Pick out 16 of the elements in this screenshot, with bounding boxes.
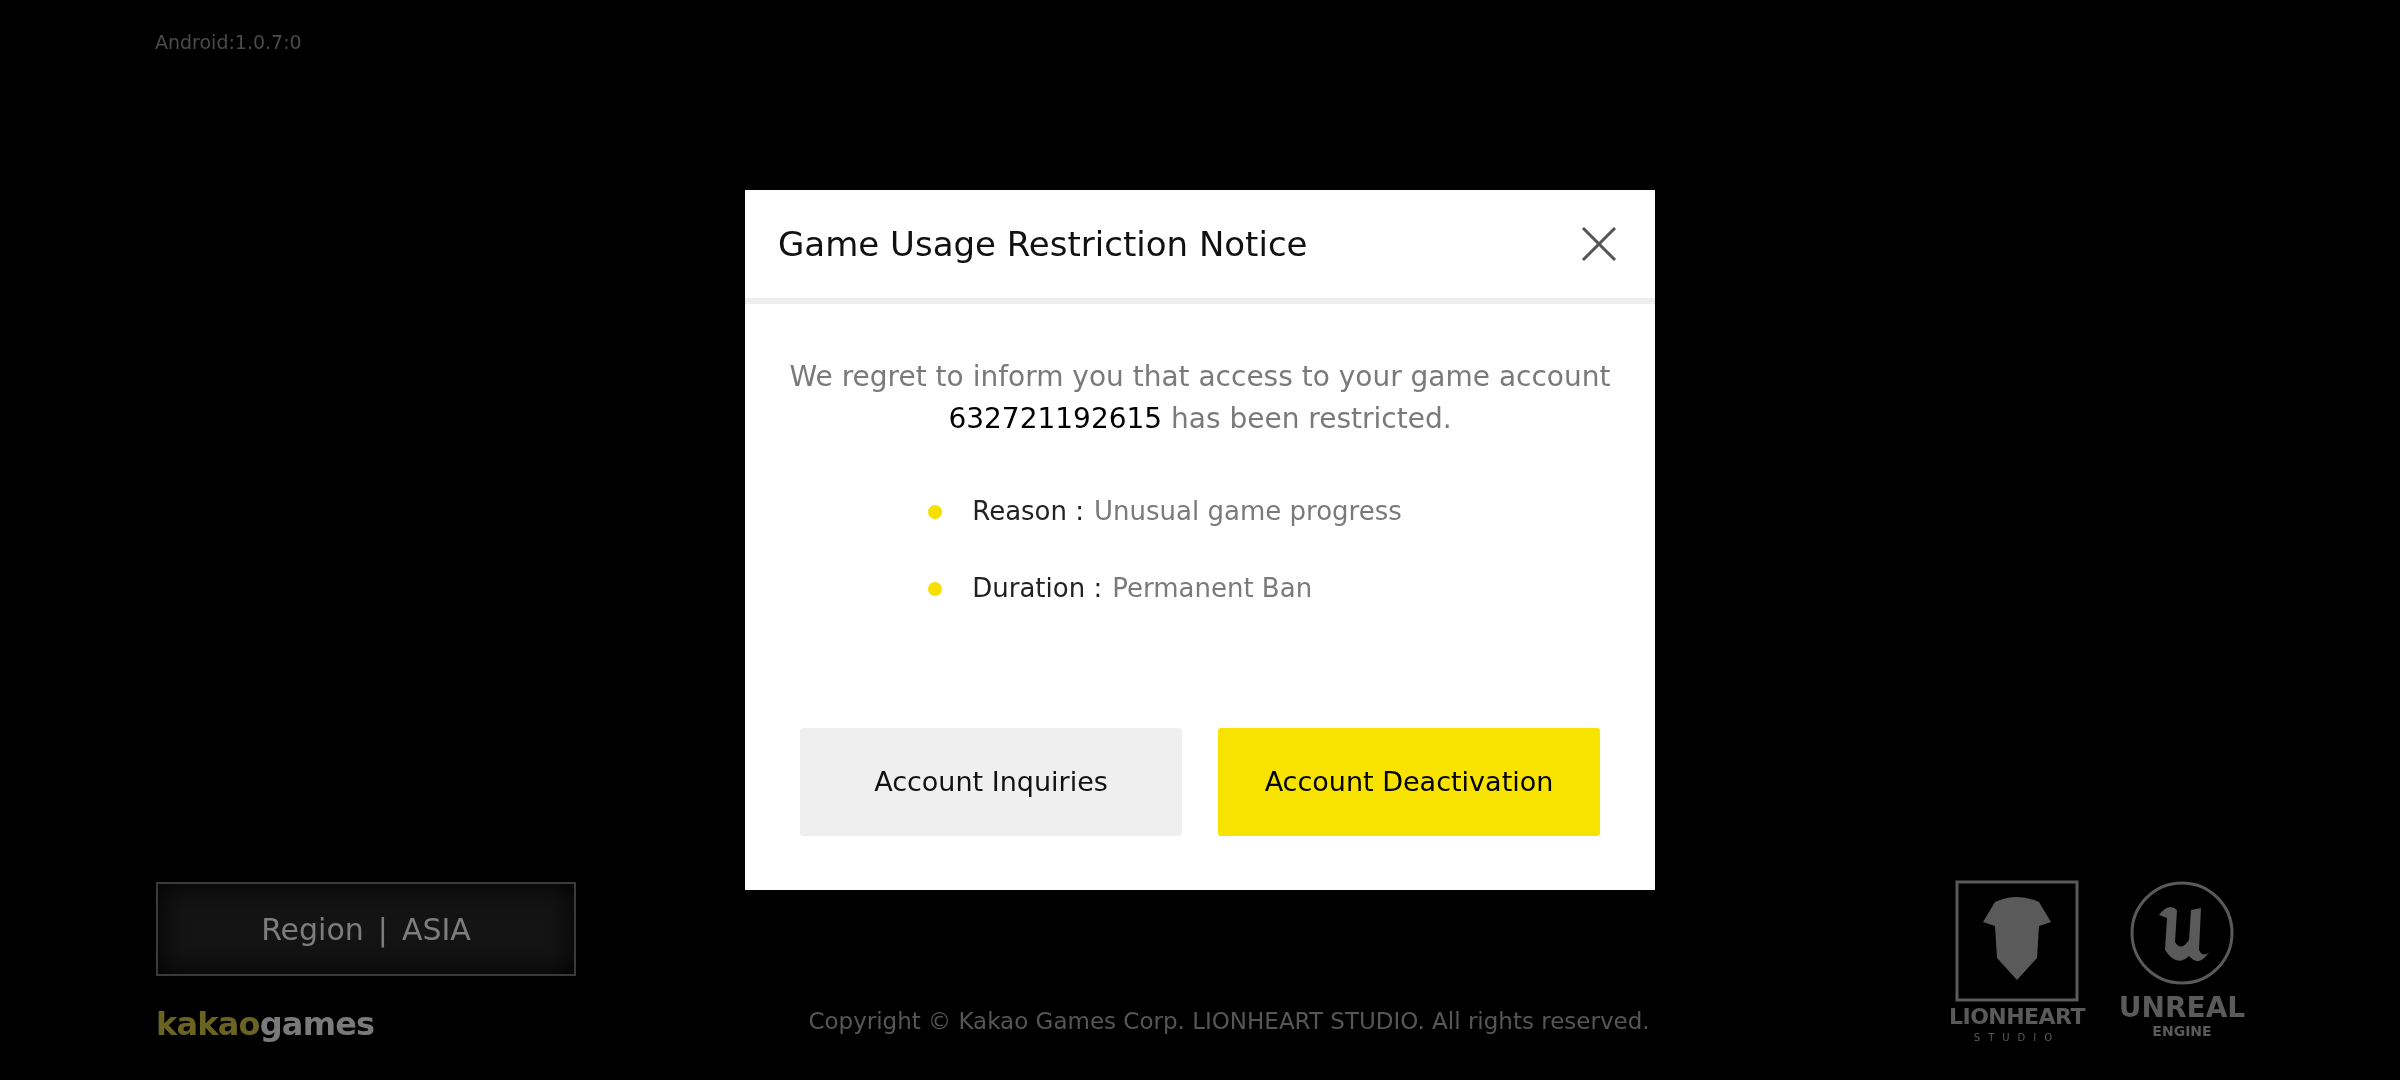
detail-label: Duration :	[972, 572, 1103, 605]
detail-value: Unusual game progress	[1094, 495, 1402, 528]
close-icon[interactable]	[1581, 226, 1617, 262]
detail-value: Permanent Ban	[1112, 572, 1313, 605]
restriction-message: We regret to inform you that access to your game account 632721192615 has been restricted.	[788, 359, 1612, 437]
deactivation-button[interactable]: Account Deactivation	[1218, 728, 1600, 836]
detail-label: Reason :	[972, 495, 1085, 528]
copyright-text: Copyright © Kakao Games Corp. LIONHEART STUDIO. All rights reserved.	[808, 1006, 1650, 1036]
inquiries-button[interactable]: Account Inquiries	[800, 728, 1182, 836]
version-label: Android:1.0.7:0	[155, 31, 302, 53]
region-button[interactable]: Region | ASIA	[156, 882, 576, 976]
kakaogames-logo: kakaogames	[156, 1008, 375, 1040]
unreal-icon	[2129, 880, 2235, 986]
dialog-title: Game Usage Restriction Notice	[778, 222, 1308, 266]
unreal-engine-logo: UNREAL ENGINE	[2112, 880, 2252, 1038]
lionheart-logo: LIONHEART STUDIO	[1942, 880, 2092, 1044]
